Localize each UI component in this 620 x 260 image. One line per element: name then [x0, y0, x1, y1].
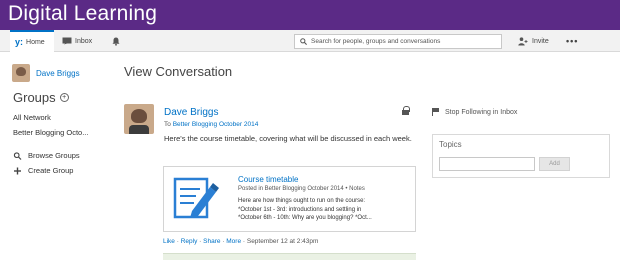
search-input[interactable] [311, 38, 501, 45]
post-author[interactable]: Dave Briggs [164, 107, 218, 118]
avatar [12, 64, 30, 82]
app-banner: Digital Learning [0, 0, 620, 30]
notifications-button[interactable] [112, 30, 120, 52]
stop-following-label: Stop Following in Inbox [445, 108, 518, 116]
post-to-prefix: To [164, 121, 171, 128]
add-group-icon[interactable]: + [59, 93, 69, 102]
author-avatar[interactable] [124, 104, 154, 134]
nav-inbox-label: Inbox [75, 37, 93, 45]
top-nav: y: Home Inbox Invite ••• [0, 30, 620, 52]
post-timestamp: September 12 at 2:43pm [246, 238, 319, 245]
current-user[interactable]: Dave Briggs [12, 64, 80, 82]
attachment-meta: Posted in Better Blogging October 2014 •… [238, 186, 365, 192]
more-link[interactable]: More [226, 238, 241, 245]
note-pencil-icon [173, 177, 219, 219]
groups-heading: Groups + [13, 90, 69, 105]
left-sidebar: Dave Briggs Groups + All Network Better … [0, 52, 110, 260]
like-link[interactable]: Like [163, 238, 175, 245]
nav-home-tab[interactable]: y: Home [10, 30, 54, 52]
browse-groups-link[interactable]: Browse Groups [13, 151, 80, 160]
nav-inbox-tab[interactable]: Inbox [62, 30, 92, 52]
sidebar-item-all-network[interactable]: All Network [13, 113, 51, 122]
page-title: View Conversation [124, 64, 233, 79]
add-person-icon [518, 36, 528, 45]
nav-home-label: Home [26, 38, 45, 46]
search-box[interactable] [294, 34, 502, 49]
search-icon [300, 38, 307, 45]
reply-box[interactable] [163, 253, 416, 260]
more-menu-button[interactable]: ••• [566, 30, 578, 52]
invite-button[interactable]: Invite [518, 30, 549, 52]
stop-following-link[interactable]: Stop Following in Inbox [432, 108, 517, 116]
network-title: Digital Learning [8, 2, 158, 25]
groups-heading-label: Groups [13, 90, 56, 105]
attachment-desc-line: *October 6th - 10th: Why are you bloggin… [238, 215, 372, 221]
post-recipient: To Better Blogging October 2014 [164, 121, 258, 128]
invite-label: Invite [532, 37, 549, 45]
topics-input[interactable] [439, 157, 535, 171]
current-user-name[interactable]: Dave Briggs [36, 69, 80, 78]
post-group-link[interactable]: Better Blogging October 2014 [173, 121, 259, 128]
attachment-description: Here are how things ought to run on the … [238, 197, 413, 223]
share-link[interactable]: Share [203, 238, 220, 245]
search-icon [13, 151, 22, 160]
inbox-icon [62, 37, 72, 45]
post-body: Here's the course timetable, covering wh… [164, 134, 412, 143]
bell-icon [112, 37, 120, 46]
create-group-label: Create Group [28, 166, 74, 175]
topics-title: Topics [439, 140, 462, 149]
topics-panel: Topics Add [432, 134, 610, 178]
create-group-link[interactable]: Create Group [13, 166, 73, 175]
plus-icon [14, 167, 21, 174]
attachment-card[interactable]: Course timetable Posted in Better Bloggi… [163, 166, 416, 232]
flag-icon [432, 108, 440, 116]
sidebar-item-better-blogging[interactable]: Better Blogging Octo... [13, 128, 88, 137]
attachment-desc-line: Here are how things ought to run on the … [238, 198, 366, 204]
reply-link[interactable]: Reply [181, 238, 198, 245]
attachment-desc-line: *October 1st - 3rd: introductions and se… [238, 206, 362, 213]
lock-icon [402, 106, 410, 115]
yammer-logo-icon: y: [15, 37, 24, 47]
post-actions: Like · Reply · Share · More · September … [163, 238, 319, 245]
attachment-title[interactable]: Course timetable [238, 175, 298, 184]
add-topic-button[interactable]: Add [539, 157, 570, 171]
browse-groups-label: Browse Groups [28, 151, 80, 160]
